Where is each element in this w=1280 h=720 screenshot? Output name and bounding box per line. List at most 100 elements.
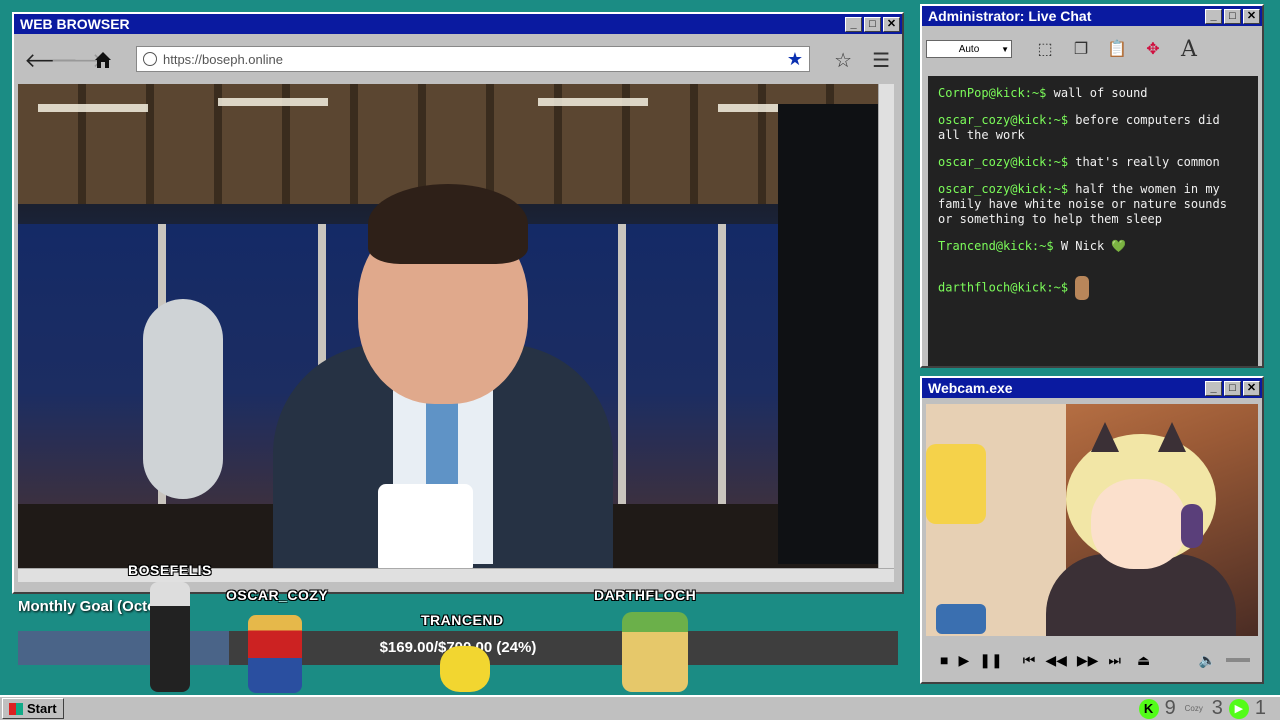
font-icon[interactable]: A xyxy=(1174,34,1204,64)
cozy-count: 3 xyxy=(1211,697,1223,719)
close-button[interactable]: ✕ xyxy=(1243,8,1260,24)
vertical-scrollbar[interactable] xyxy=(878,84,894,568)
monitor xyxy=(778,104,878,564)
font-select-value: Auto xyxy=(958,43,980,55)
cozy-logo-icon: Cozy xyxy=(1184,704,1203,713)
minimize-button[interactable]: _ xyxy=(1205,380,1222,396)
chat-text: wall of sound xyxy=(1053,86,1148,100)
browser-navbar: 🡐 🡒 https://boseph.online ★ ☆ ☰ xyxy=(18,40,898,80)
menu-icon[interactable]: ☰ xyxy=(872,48,890,73)
pirate-sprite xyxy=(248,615,302,693)
chat-username: CornPop@kick:~$ xyxy=(938,86,1047,100)
browser-titlebar[interactable]: WEB BROWSER _ □ ✕ xyxy=(14,14,902,34)
window-frame xyxy=(718,224,726,504)
headphones xyxy=(1181,504,1203,548)
media-controls: ■ ▶ ❚❚ ⏮ ◀◀ ▶▶ ⏭ ⏏ 🔈 xyxy=(926,640,1258,680)
globe-icon xyxy=(143,52,157,66)
select-icon[interactable]: ⬚ xyxy=(1030,34,1060,64)
system-tray: K 9 Cozy 3 ▶ 1 xyxy=(1138,697,1280,720)
copy-icon[interactable]: ❐ xyxy=(1066,34,1096,64)
username-trancend: TRANCEND xyxy=(421,612,504,628)
play-platform-icon: ▶ xyxy=(1228,698,1249,719)
close-button[interactable]: ✕ xyxy=(1243,380,1260,396)
chat-title: Administrator: Live Chat xyxy=(928,8,1092,24)
move-icon[interactable]: ✥ xyxy=(1138,34,1168,64)
stop-icon[interactable]: ■ xyxy=(940,652,948,668)
other-count: 1 xyxy=(1254,697,1266,719)
chat-message: darthfloch@kick:~$ xyxy=(938,276,1248,300)
cat-ear-right xyxy=(1158,422,1186,452)
ninja-sprite xyxy=(150,582,190,692)
chat-message: oscar_cozy@kick:~$ that's really common xyxy=(938,155,1248,170)
pillow xyxy=(926,444,986,524)
taskbar: Start K 9 Cozy 3 ▶ 1 xyxy=(0,695,1280,720)
minimize-button[interactable]: _ xyxy=(1205,8,1222,24)
forward-button[interactable]: 🡒 xyxy=(50,47,104,73)
chat-message: CornPop@kick:~$ wall of sound xyxy=(938,86,1248,101)
volume-slider[interactable] xyxy=(1226,658,1250,662)
browser-title: WEB BROWSER xyxy=(20,16,130,32)
start-button[interactable]: Start xyxy=(2,698,64,719)
ceiling-light xyxy=(218,98,328,106)
chat-username: darthfloch@kick:~$ xyxy=(938,280,1069,295)
avatar-face xyxy=(1091,479,1186,569)
chevron-down-icon: ▼ xyxy=(1001,44,1009,54)
chat-log[interactable]: CornPop@kick:~$ wall of sound oscar_cozy… xyxy=(928,76,1258,366)
kick-count: 9 xyxy=(1164,697,1176,719)
minimize-button[interactable]: _ xyxy=(845,16,862,32)
rewind-icon[interactable]: ◀◀ xyxy=(1045,652,1067,669)
username-darthfloch: DARTHFLOCH xyxy=(594,587,697,603)
paste-icon[interactable]: 📋 xyxy=(1102,34,1132,64)
eject-icon[interactable]: ⏏ xyxy=(1137,652,1150,669)
volume-icon[interactable]: 🔈 xyxy=(1199,652,1216,669)
font-select[interactable]: Auto ▼ xyxy=(926,40,1012,58)
chat-username: oscar_cozy@kick:~$ xyxy=(938,113,1069,127)
play-icon[interactable]: ▶ xyxy=(958,652,969,669)
fighter-sprite xyxy=(622,612,688,692)
maximize-button[interactable]: □ xyxy=(1224,8,1241,24)
username-bosefelis: BOSEFELIS xyxy=(128,562,212,578)
home-icon xyxy=(95,52,111,68)
person-hair xyxy=(368,184,528,264)
maximize-button[interactable]: □ xyxy=(864,16,881,32)
skip-back-icon[interactable]: ⏮ xyxy=(1023,652,1036,669)
home-button[interactable] xyxy=(90,47,116,73)
webcam-feed xyxy=(926,404,1258,636)
skip-forward-icon[interactable]: ⏭ xyxy=(1108,652,1121,669)
chat-message: Trancend@kick:~$ W Nick 💚 xyxy=(938,239,1248,254)
pause-icon[interactable]: ❚❚ xyxy=(979,652,1002,669)
chat-username: oscar_cozy@kick:~$ xyxy=(938,182,1069,196)
favorites-icon[interactable]: ☆ xyxy=(834,48,852,73)
coffee-mug xyxy=(378,484,473,568)
url-text: https://boseph.online xyxy=(163,51,283,67)
cat-ear-left xyxy=(1091,422,1119,452)
video-player[interactable] xyxy=(18,84,878,568)
bookmark-star-icon[interactable]: ★ xyxy=(787,49,803,70)
kick-logo-icon: K xyxy=(1138,698,1159,719)
webcam-title: Webcam.exe xyxy=(928,380,1013,396)
microphone xyxy=(143,299,223,499)
chat-text: that's really common xyxy=(1075,155,1220,169)
chat-username: Trancend@kick:~$ xyxy=(938,239,1054,253)
dancing-dog-emote-icon xyxy=(1075,276,1090,300)
pikachu-sprite xyxy=(440,646,490,692)
username-oscar-cozy: OSCAR_COZY xyxy=(226,587,329,603)
chat-username: oscar_cozy@kick:~$ xyxy=(938,155,1069,169)
blue-cup xyxy=(936,604,986,634)
chat-message: oscar_cozy@kick:~$ half the women in my … xyxy=(938,182,1248,227)
ceiling-light xyxy=(538,98,648,106)
window-frame xyxy=(618,224,626,504)
webcam-window: Webcam.exe _ □ ✕ ■ ▶ ❚❚ ⏮ ◀◀ ▶▶ ⏭ ⏏ 🔈 xyxy=(920,376,1264,684)
address-bar[interactable]: https://boseph.online ★ xyxy=(136,46,810,72)
chat-text: W Nick 💚 xyxy=(1060,239,1127,253)
maximize-button[interactable]: □ xyxy=(1224,380,1241,396)
webcam-titlebar[interactable]: Webcam.exe _ □ ✕ xyxy=(922,378,1262,398)
chat-window: Administrator: Live Chat _ □ ✕ Auto ▼ ⬚ … xyxy=(920,4,1264,368)
chat-message: oscar_cozy@kick:~$ before computers did … xyxy=(938,113,1248,143)
chat-titlebar[interactable]: Administrator: Live Chat _ □ ✕ xyxy=(922,6,1262,26)
chat-toolbar: Auto ▼ ⬚ ❐ 📋 ✥ A xyxy=(926,30,1258,68)
fast-forward-icon[interactable]: ▶▶ xyxy=(1077,652,1099,669)
close-button[interactable]: ✕ xyxy=(883,16,900,32)
start-label: Start xyxy=(27,701,57,716)
windows-logo-icon xyxy=(9,702,23,715)
